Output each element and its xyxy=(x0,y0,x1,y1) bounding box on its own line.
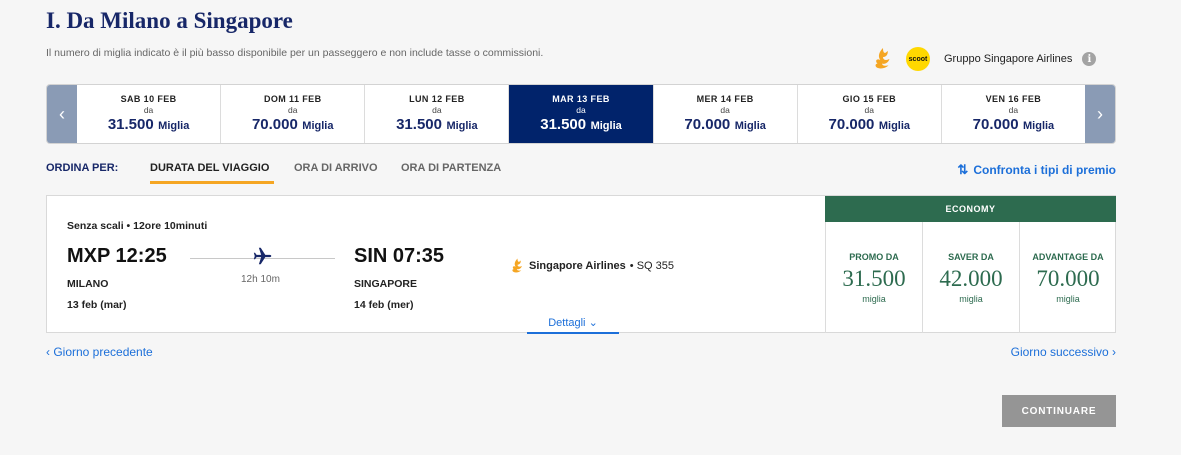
flight-card: Senza scali • 12ore 10minuti MXP 12:25 M… xyxy=(46,195,1116,334)
fare-unit: miglia xyxy=(1056,294,1080,304)
date-option[interactable]: MAR 13 FEB da 31.500 Miglia xyxy=(508,85,653,143)
fare-label: PROMO DA xyxy=(849,252,899,262)
departure-date: 13 feb (mar) xyxy=(67,299,127,311)
miles-disclaimer: Il numero di miglia indicato è il più ba… xyxy=(46,47,544,59)
carrier-name: Singapore Airlines xyxy=(529,260,626,272)
airline-group: scoot Gruppo Singapore Airlines i xyxy=(872,45,1097,73)
date-label: SAB 10 FEB xyxy=(120,94,177,104)
airplane-icon xyxy=(253,247,272,265)
arrival-city: SINGAPORE xyxy=(354,278,418,290)
sort-bar: ORDINA PER: DURATA DEL VIAGGIO ORA DI AR… xyxy=(46,160,1116,186)
date-label: MAR 13 FEB xyxy=(552,94,610,104)
date-label: LUN 12 FEB xyxy=(409,94,465,104)
date-from-label: da xyxy=(576,105,586,115)
date-miles-value: 31.500 xyxy=(107,116,154,133)
fare-value: 42.000 xyxy=(939,266,1003,291)
date-miles-value: 31.500 xyxy=(396,116,442,133)
sort-tab-departure[interactable]: ORA DI PARTENZA xyxy=(401,162,501,174)
scoot-logo-icon: scoot xyxy=(906,47,930,71)
date-miles: 31.500 Miglia xyxy=(396,116,478,134)
date-from-label: da xyxy=(143,105,154,115)
sort-arrows-icon: ⇅ xyxy=(957,162,969,177)
fare-option-saver[interactable]: SAVER DA 42.000 miglia xyxy=(922,222,1019,333)
departure-time: MXP 12:25 xyxy=(67,245,167,267)
fare-label: ADVANTAGE DA xyxy=(1032,252,1104,262)
date-miles: 70.000 Miglia xyxy=(829,116,911,134)
fare-label: SAVER DA xyxy=(948,252,994,262)
active-sort-underline xyxy=(150,181,274,184)
next-dates-arrow[interactable]: › xyxy=(1085,85,1115,143)
date-option[interactable]: MER 14 FEB da 70.000 Miglia xyxy=(652,85,797,143)
prev-dates-arrow[interactable]: ‹ xyxy=(47,85,77,143)
date-list: SAB 10 FEB da 31.500 Miglia DOM 11 FEB da 70.… xyxy=(77,85,1085,143)
singapore-airlines-logo-icon xyxy=(875,48,890,69)
date-miles-unit: Miglia xyxy=(734,120,766,132)
fare-unit: miglia xyxy=(959,294,983,304)
sort-tab-duration[interactable]: DURATA DEL VIAGGIO xyxy=(150,162,269,174)
date-miles: 70.000 Miglia xyxy=(973,116,1055,134)
date-label: GIO 15 FEB xyxy=(842,94,897,104)
date-option[interactable]: LUN 12 FEB da 31.500 Miglia xyxy=(364,85,508,143)
date-miles-unit: Miglia xyxy=(302,120,334,132)
fare-value: 31.500 xyxy=(842,266,906,291)
details-toggle[interactable]: Dettagli ⌄ xyxy=(527,316,619,334)
fare-unit: miglia xyxy=(862,294,886,304)
continue-button[interactable]: CONTINUARE xyxy=(1002,395,1116,427)
date-miles: 70.000 Miglia xyxy=(684,116,766,134)
date-from-label: da xyxy=(864,105,874,115)
fare-value: 70.000 xyxy=(1036,266,1100,291)
sort-tab-arrival[interactable]: ORA DI ARRIVO xyxy=(294,162,378,174)
fare-option-promo[interactable]: PROMO DA 31.500 miglia xyxy=(825,222,922,333)
sort-label: ORDINA PER: xyxy=(46,162,119,174)
date-miles-value: 31.500 xyxy=(540,116,587,133)
flight-number: • SQ 355 xyxy=(629,260,675,272)
date-miles: 70.000 Miglia xyxy=(252,116,334,134)
fare-option-advantage[interactable]: ADVANTAGE DA 70.000 miglia xyxy=(1019,222,1116,333)
date-miles-value: 70.000 xyxy=(684,116,731,133)
date-option[interactable]: SAB 10 FEB da 31.500 Miglia xyxy=(77,85,220,143)
singapore-airlines-logo-icon xyxy=(512,258,522,273)
date-from-label: da xyxy=(432,105,442,115)
next-day-link[interactable]: Giorno successivo › xyxy=(1011,345,1116,359)
previous-day-link[interactable]: ‹ Giorno precedente xyxy=(46,345,153,359)
arrival-time: SIN 07:35 xyxy=(354,245,445,267)
date-label: DOM 11 FEB xyxy=(263,94,322,104)
date-miles-unit: Miglia xyxy=(446,120,478,132)
date-from-label: da xyxy=(287,105,298,115)
flight-stops-duration: Senza scali • 12ore 10minuti xyxy=(67,220,208,232)
date-selector: ‹ SAB 10 FEB da 31.500 Miglia DOM 11 FEB da 7… xyxy=(46,84,1116,144)
airline-group-label: Gruppo Singapore Airlines xyxy=(944,53,1073,65)
page-title: I. Da Milano a Singapore xyxy=(46,8,293,33)
date-miles: 31.500 Miglia xyxy=(540,116,622,134)
flight-duration: 12h 10m xyxy=(241,274,280,285)
date-miles-value: 70.000 xyxy=(972,116,1019,133)
date-miles: 31.500 Miglia xyxy=(108,116,190,134)
compare-fare-types-link[interactable]: ⇅ Confronta i tipi di premio xyxy=(957,162,1116,178)
info-icon[interactable]: i xyxy=(1082,52,1097,66)
date-miles-unit: Miglia xyxy=(158,120,190,132)
date-miles-unit: Miglia xyxy=(590,120,622,132)
chevron-down-icon: ⌄ xyxy=(588,317,598,329)
carrier-info: Singapore Airlines • SQ 355 xyxy=(510,257,674,275)
date-miles-unit: Miglia xyxy=(1023,120,1055,132)
date-from-label: da xyxy=(720,105,730,115)
date-option[interactable]: GIO 15 FEB da 70.000 Miglia xyxy=(796,85,941,143)
date-miles-value: 70.000 xyxy=(251,116,298,133)
compare-fare-types-label: Confronta i tipi di premio xyxy=(973,163,1116,177)
date-label: VEN 16 FEB xyxy=(985,94,1042,104)
cabin-class-header: ECONOMY xyxy=(825,196,1116,222)
date-option[interactable]: DOM 11 FEB da 70.000 Miglia xyxy=(220,85,364,143)
date-from-label: da xyxy=(1008,105,1019,115)
arrival-date: 14 feb (mer) xyxy=(354,299,414,311)
departure-city: MILANO xyxy=(67,278,109,290)
date-label: MER 14 FEB xyxy=(696,94,754,104)
details-label: Dettagli xyxy=(548,317,586,329)
date-miles-value: 70.000 xyxy=(828,116,875,133)
date-option[interactable]: VEN 16 FEB da 70.000 Miglia xyxy=(940,85,1085,143)
date-miles-unit: Miglia xyxy=(878,120,911,132)
